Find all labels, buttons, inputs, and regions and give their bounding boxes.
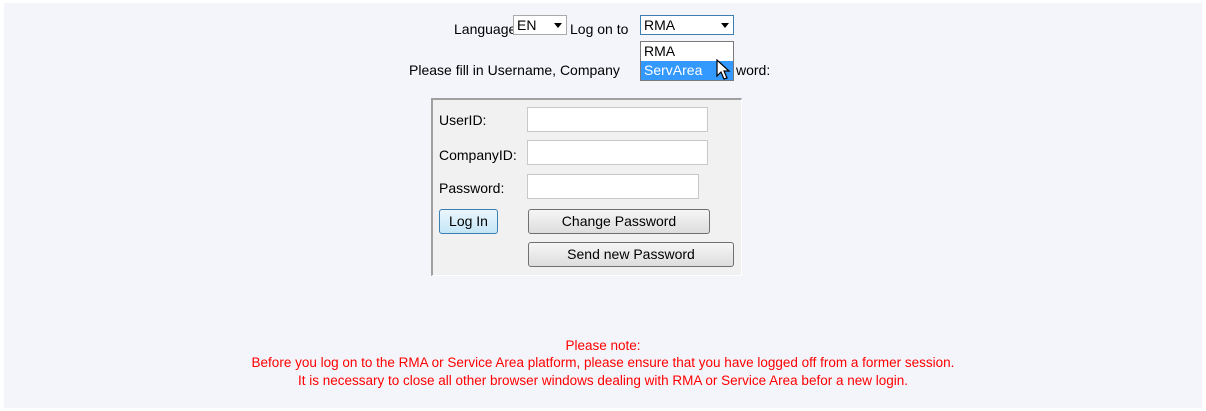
mouse-cursor-icon (716, 59, 731, 80)
chevron-down-icon (721, 23, 729, 28)
language-label: Language: (454, 21, 521, 37)
logon-select-value: RMA (644, 17, 676, 33)
note-title: Please note: (565, 338, 641, 353)
send-new-password-button[interactable]: Send new Password (528, 242, 734, 267)
companyid-label: CompanyID: (439, 147, 517, 163)
login-page: Language: EN Log on to RMA Please fill i… (4, 3, 1202, 408)
chevron-down-icon (554, 23, 562, 28)
instruction-text-start: Please fill in Username, Company (409, 62, 620, 78)
userid-input[interactable] (527, 107, 708, 132)
change-password-button[interactable]: Change Password (528, 209, 710, 234)
userid-label: UserID: (439, 112, 487, 128)
instruction-text-end: word: (736, 62, 771, 78)
note-line-1: Before you log on to the RMA or Service … (251, 355, 955, 370)
login-button[interactable]: Log In (439, 209, 498, 234)
logon-select[interactable]: RMA (640, 15, 734, 35)
language-select[interactable]: EN (513, 15, 567, 35)
companyid-input[interactable] (527, 140, 708, 165)
password-input[interactable] (527, 174, 699, 199)
logon-label: Log on to (570, 21, 629, 37)
note-line-2: It is necessary to close all other brows… (297, 373, 909, 388)
password-label: Password: (439, 180, 505, 196)
login-form: UserID: CompanyID: Password: Log In Chan… (431, 98, 742, 276)
language-select-value: EN (517, 17, 537, 33)
